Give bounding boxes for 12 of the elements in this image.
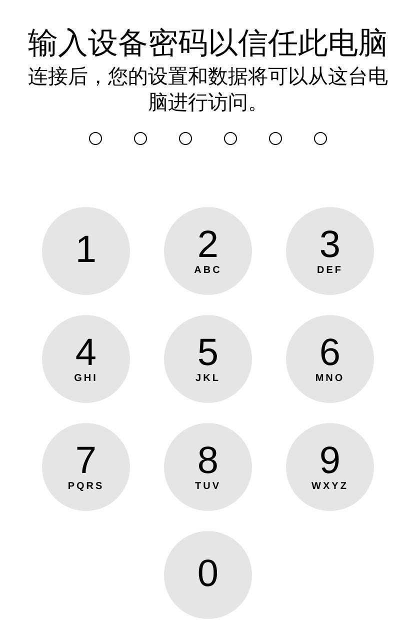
keypad-key[interactable]: 9 WXYZ [286, 423, 374, 511]
keypad-key[interactable]: 4 GHI [42, 315, 130, 403]
message: 连接后，您的设置和数据将可以从这台电脑进行访问。 [27, 65, 389, 116]
keypad-key[interactable]: 5 JKL [164, 315, 252, 403]
keypad-key[interactable]: 7 PQRS [42, 423, 130, 511]
keypad-key[interactable]: 2 ABC [164, 207, 252, 295]
keypad-key[interactable]: 6 MNO [286, 315, 374, 403]
keypad-key[interactable]: 1 [42, 207, 130, 295]
keypad-key[interactable]: 0 [164, 531, 252, 619]
title: 输入设备密码以信任此电脑 [28, 26, 388, 62]
keypad-key[interactable]: 3 DEF [286, 207, 374, 295]
keypad-key[interactable]: 8 TUV [164, 423, 252, 511]
